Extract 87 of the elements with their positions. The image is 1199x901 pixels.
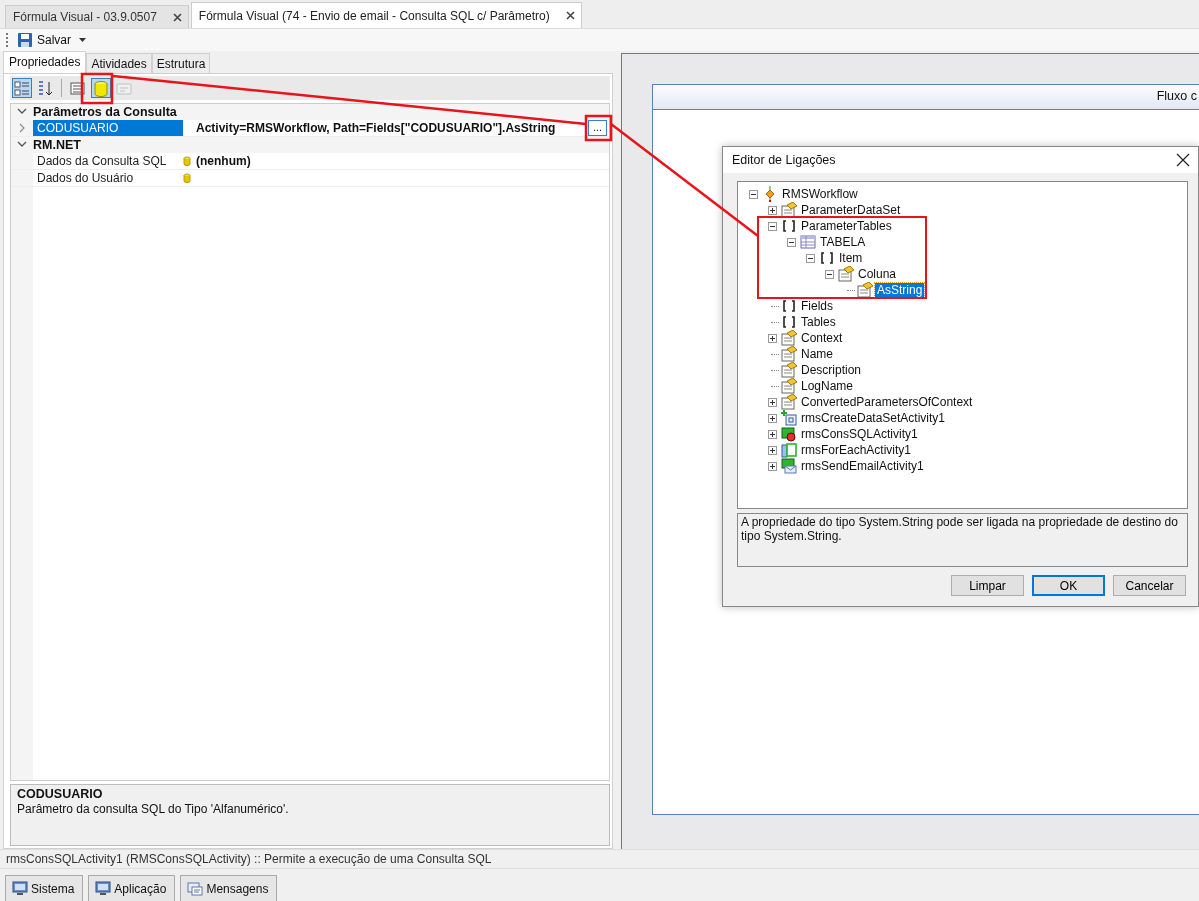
tree-item[interactable]: rmsConsSQLActivity1: [799, 427, 920, 441]
property-name[interactable]: CODUSUARIO: [33, 120, 183, 136]
activity-icon: [781, 410, 797, 426]
expand-icon[interactable]: [767, 461, 777, 471]
status-bar: rmsConsSQLActivity1 (RMSConsSQLActivity) :: Permite a execução de uma Consulta SQL: [0, 849, 1199, 868]
bottom-tab[interactable]: Sistema: [5, 875, 84, 901]
tree-item[interactable]: Tables: [799, 315, 838, 329]
collapse-icon[interactable]: [805, 253, 815, 263]
expand-icon[interactable]: [767, 333, 777, 343]
activity-icon: [781, 442, 797, 458]
property-icon: [781, 330, 797, 346]
tree-item[interactable]: Context: [799, 331, 845, 345]
brackets-icon: [781, 218, 797, 234]
property-icon: [781, 346, 797, 362]
collapse-icon[interactable]: [824, 269, 834, 279]
grip-icon: [6, 32, 9, 48]
expand-icon[interactable]: [767, 429, 777, 439]
table-icon: [800, 234, 816, 250]
dialog-title: Editor de Ligações: [732, 153, 836, 167]
panel-tab[interactable]: Propriedades: [3, 51, 87, 73]
binding-description: A propriedade do tipo System.String pode ser ligada na propriedade de destino do tipo System.String.: [737, 513, 1188, 567]
dialog-button[interactable]: Limpar: [951, 575, 1024, 596]
property-icon: [838, 266, 854, 282]
tree-item[interactable]: Description: [799, 363, 864, 377]
bottom-tab[interactable]: Aplicação: [88, 875, 176, 901]
panel-tab[interactable]: Estrutura: [151, 53, 211, 73]
tree-item[interactable]: Name: [799, 347, 835, 361]
tree-item[interactable]: ConvertedParametersOfContext: [799, 395, 975, 409]
categorize-button[interactable]: [12, 78, 32, 98]
save-button[interactable]: Salvar: [15, 31, 73, 49]
tree-item[interactable]: rmsCreateDataSetActivity1: [799, 411, 948, 425]
property-name[interactable]: Dados do Usuário: [33, 170, 183, 186]
highlight-box: [584, 114, 613, 142]
activity-icon: [781, 426, 797, 442]
expand-icon[interactable]: [767, 205, 777, 215]
property-value: Activity=RMSWorkflow, Path=Fields["CODUSUARIO"].AsString: [196, 121, 556, 135]
category-label: Parâmetros da Consulta: [33, 105, 177, 119]
monitor-icon: [12, 881, 28, 896]
tree-item[interactable]: Item: [837, 251, 865, 265]
close-icon[interactable]: [172, 12, 182, 22]
tree-item[interactable]: rmsForEachActivity1: [799, 443, 914, 457]
panel-tab[interactable]: Atividades: [86, 53, 152, 73]
brackets-icon: [819, 250, 835, 266]
tree-item[interactable]: ParameterTables: [799, 219, 894, 233]
property-icon: [857, 282, 873, 298]
tree-item[interactable]: ParameterDataSet: [799, 203, 903, 217]
monitor-icon: [95, 881, 112, 896]
dialog-button[interactable]: Cancelar: [1113, 575, 1186, 596]
expand-icon[interactable]: [767, 445, 777, 455]
collapse-icon[interactable]: [786, 237, 796, 247]
tree-item[interactable]: TABELA: [818, 235, 868, 249]
property-icon: [781, 394, 797, 410]
brackets-icon: [781, 314, 797, 330]
expand-icon[interactable]: [767, 413, 777, 423]
tree-item[interactable]: RMSWorkflow: [780, 187, 860, 201]
property-name[interactable]: Dados da Consulta SQL: [33, 153, 183, 169]
caret-icon[interactable]: [79, 38, 86, 42]
tree-item[interactable]: LogName: [799, 379, 856, 393]
expand-icon[interactable]: [767, 397, 777, 407]
tree-item[interactable]: AsString: [875, 283, 925, 297]
dialog-button[interactable]: OK: [1032, 575, 1105, 596]
ellipsis-button[interactable]: ...: [588, 120, 607, 136]
tree-item[interactable]: rmsSendEmailActivity1: [799, 459, 926, 473]
property-value: (nenhum): [196, 154, 251, 168]
document-tab[interactable]: Fórmula Visual (74 - Envio de email - Consulta SQL c/ Parâmetro): [190, 2, 582, 28]
activity-icon: [781, 458, 797, 474]
close-icon[interactable]: [565, 11, 575, 20]
category-label: RM.NET: [33, 138, 81, 152]
description-title: CODUSUARIO: [17, 787, 104, 801]
bottom-tab[interactable]: Mensagens: [180, 875, 278, 901]
tree-item[interactable]: Fields: [799, 299, 835, 313]
property-icon: [781, 202, 797, 218]
property-icon: [781, 362, 797, 378]
close-icon[interactable]: [1176, 153, 1190, 167]
tree-item[interactable]: Coluna: [856, 267, 899, 281]
document-tab[interactable]: Fórmula Visual - 03.9.0507: [5, 5, 189, 28]
brackets-icon: [781, 298, 797, 314]
collapse-icon[interactable]: [748, 189, 758, 199]
highlight-box: [80, 72, 114, 105]
database-button[interactable]: [91, 78, 111, 98]
messages-icon: [187, 881, 204, 896]
floppy-icon: [17, 32, 33, 48]
chevron-icon[interactable]: [17, 123, 27, 133]
collapse-icon[interactable]: [767, 221, 777, 231]
workflow-header: Fluxo c: [653, 85, 1199, 110]
description-text: Parâmetro da consulta SQL do Tipo 'Alfanumérico'.: [17, 802, 290, 816]
property-icon: [781, 378, 797, 394]
